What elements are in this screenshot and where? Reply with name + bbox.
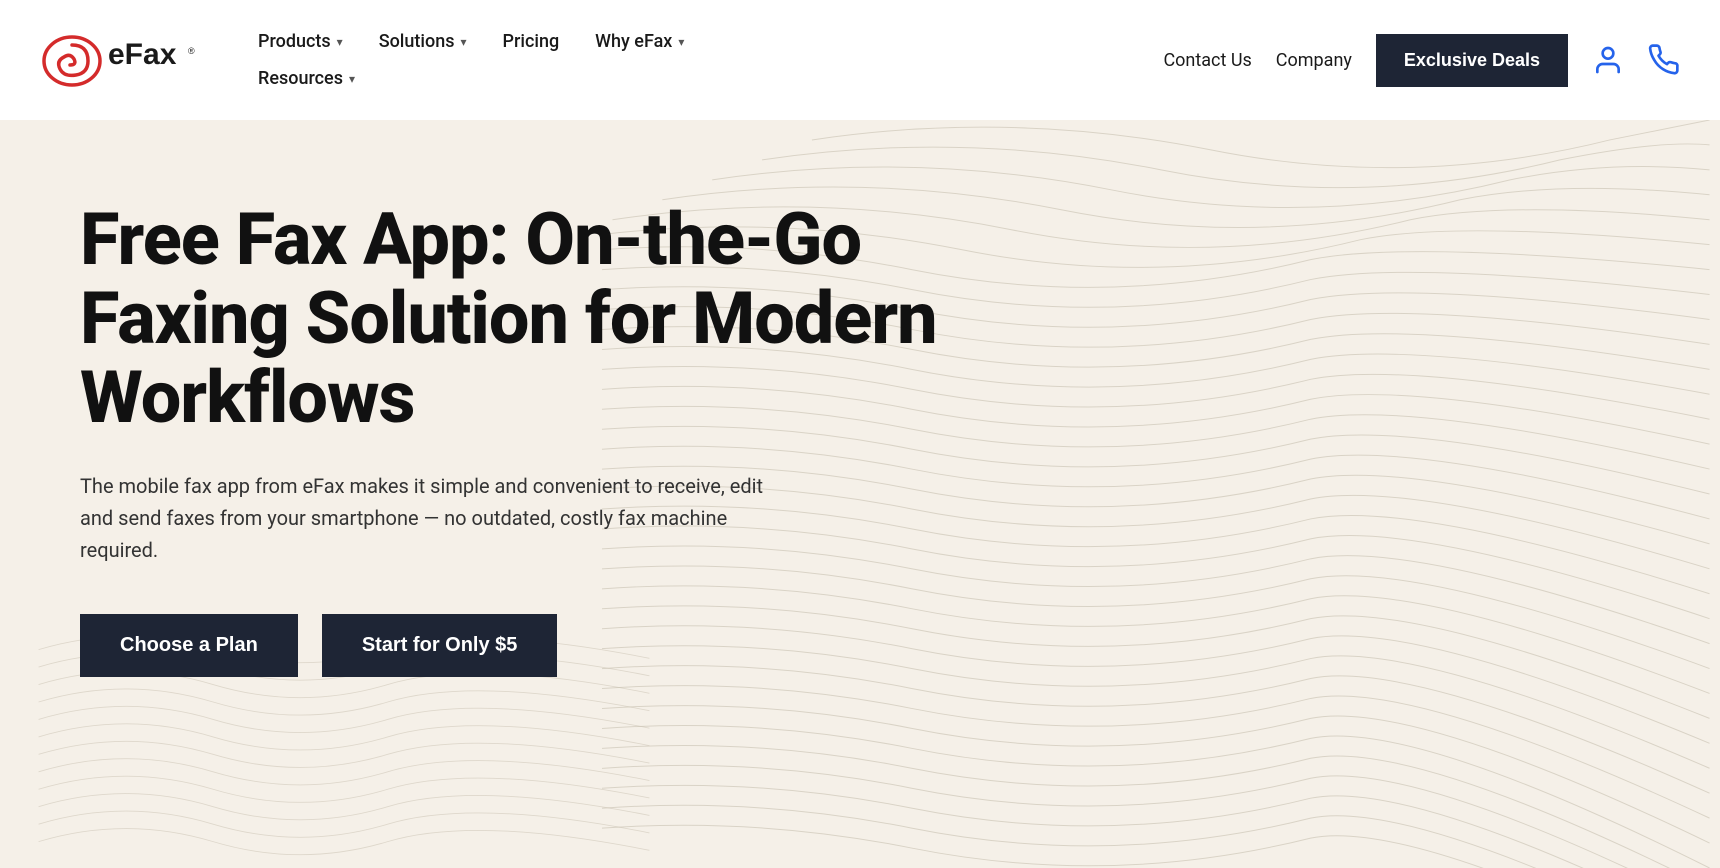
nav-products[interactable]: Products ▾ [240,23,361,60]
start-for-only-button[interactable]: Start for Only $5 [322,614,558,677]
svg-text:eFax: eFax [108,38,177,71]
nav-rows: Products ▾ Solutions ▾ Pricing Why eFax … [240,23,702,97]
nav-row-bottom: Resources ▾ [240,60,702,97]
hero-subtitle: The mobile fax app from eFax makes it si… [80,470,780,566]
contact-us-link[interactable]: Contact Us [1163,50,1251,71]
exclusive-deals-button[interactable]: Exclusive Deals [1376,34,1568,87]
phone-icon[interactable] [1648,44,1680,76]
header-left: eFax ® Products ▾ Solutions ▾ Pricing W [40,23,702,97]
choose-plan-button[interactable]: Choose a Plan [80,614,298,677]
hero-content: Free Fax App: On-the-Go Faxing Solution … [80,200,980,677]
header: eFax ® Products ▾ Solutions ▾ Pricing W [0,0,1720,120]
hero-title: Free Fax App: On-the-Go Faxing Solution … [80,200,980,438]
header-right: Contact Us Company Exclusive Deals [1163,34,1680,87]
nav-pricing[interactable]: Pricing [485,23,578,60]
nav-resources[interactable]: Resources ▾ [240,60,373,97]
why-efax-chevron-icon: ▾ [678,35,684,49]
logo[interactable]: eFax ® [40,25,200,95]
nav-row-top: Products ▾ Solutions ▾ Pricing Why eFax … [240,23,702,60]
svg-text:®: ® [188,46,195,56]
hero-section: Free Fax App: On-the-Go Faxing Solution … [0,120,1720,868]
resources-chevron-icon: ▾ [349,72,355,86]
nav-why-efax[interactable]: Why eFax ▾ [577,23,702,60]
user-icon[interactable] [1592,44,1624,76]
products-chevron-icon: ▾ [337,35,343,49]
nav-solutions[interactable]: Solutions ▾ [361,23,485,60]
solutions-chevron-icon: ▾ [460,35,466,49]
hero-buttons: Choose a Plan Start for Only $5 [80,614,980,677]
company-link[interactable]: Company [1276,50,1352,71]
